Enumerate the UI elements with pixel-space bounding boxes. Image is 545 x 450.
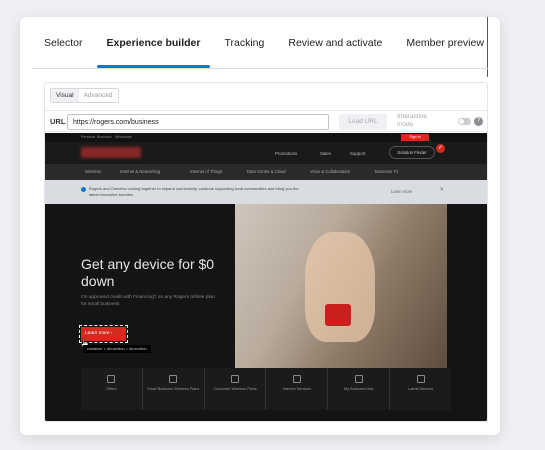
site-main-nav: Promotions Sales Support Solution Finder… [45, 142, 487, 164]
cart-icon [107, 375, 116, 383]
editor-card: Selector Experience builder Tracking Rev… [20, 17, 500, 435]
quick-link-tile[interactable]: Latest Devices [390, 368, 451, 410]
tabs-divider [32, 68, 488, 69]
site-top-link[interactable]: Business [97, 135, 112, 139]
site-sub-nav-link[interactable]: Business TV [375, 169, 398, 174]
user-icon [354, 375, 363, 383]
hero-title: Get any device for $0 down [81, 256, 215, 289]
banner-learn-more-link[interactable]: Learn more [391, 189, 412, 194]
builder-panel: Visual Advanced URL https://rogers.com/b… [44, 82, 488, 422]
mode-toggle: Visual Advanced [50, 88, 119, 103]
site-sub-nav-link[interactable]: Wireless [85, 169, 101, 174]
phone-icon [169, 375, 178, 383]
hero-photo [235, 204, 447, 379]
tab-selector[interactable]: Selector [32, 37, 95, 65]
url-row: URL https://rogers.com/business Load URL… [45, 110, 487, 132]
site-quick-links: Offers Small Business Wireless Plans Cor… [81, 368, 451, 410]
banner-text: Rogers and Oneview coming together to ex… [89, 186, 299, 197]
close-icon[interactable]: × [440, 187, 444, 193]
step-tabs: Selector Experience builder Tracking Rev… [32, 37, 500, 68]
site-hero: Get any device for $0 down On approved c… [45, 204, 487, 421]
site-logo[interactable] [81, 147, 141, 158]
interactive-mode-label: Interactive mode [397, 113, 427, 128]
device-icon [416, 375, 425, 383]
help-icon[interactable]: ? [474, 117, 483, 126]
tab-experience-builder[interactable]: Experience builder [95, 37, 213, 68]
load-url-button[interactable]: Load URL [339, 114, 387, 130]
interactive-mode-switch[interactable] [458, 118, 471, 125]
site-nav-link[interactable]: Support [350, 151, 365, 156]
site-nav-link[interactable]: Promotions [275, 151, 297, 156]
hero-subtitle: On approved credit with Financing† on an… [81, 295, 215, 307]
site-info-banner: Rogers and Oneview coming together to ex… [45, 180, 487, 204]
tile-label: Corporate Wireless Plans [213, 387, 257, 391]
site-sub-nav-link[interactable]: Internet & Networking [120, 169, 160, 174]
site-top-strip: Personal Business Wholesale Sign In [45, 133, 487, 142]
site-top-link[interactable]: Wholesale [115, 135, 132, 139]
selector-breadcrumb: container > div.section > div.section [83, 345, 151, 353]
site-sub-nav-link[interactable]: Internet of Things [190, 169, 223, 174]
info-icon [81, 187, 86, 192]
site-sub-nav-link[interactable]: Data Centre & Cloud [247, 169, 286, 174]
phone-icon [231, 375, 240, 383]
advanced-mode-button[interactable]: Advanced [79, 89, 118, 102]
tab-review-and-activate[interactable]: Review and activate [276, 37, 394, 65]
site-nav-link[interactable]: Sales [320, 151, 331, 156]
tab-member-preview[interactable]: Member preview [394, 37, 496, 65]
solution-finder-button[interactable]: Solution Finder [389, 146, 435, 159]
url-label: URL [50, 117, 66, 126]
quick-link-tile[interactable]: Internet Services [266, 368, 329, 410]
quick-link-tile[interactable]: Offers [81, 368, 143, 410]
quick-link-tile[interactable]: Small Business Wireless Plans [143, 368, 205, 410]
tile-label: Small Business Wireless Plans [147, 387, 200, 391]
check-icon: ✓ [436, 144, 445, 153]
url-input[interactable]: https://rogers.com/business [67, 114, 329, 130]
website-preview[interactable]: Personal Business Wholesale Sign In Prom… [45, 133, 487, 421]
quick-link-tile[interactable]: Corporate Wireless Plans [205, 368, 267, 410]
laptop-icon [292, 375, 301, 383]
tile-label: Internet Services [282, 387, 312, 391]
site-top-link[interactable]: Personal [81, 135, 95, 139]
site-sub-nav-link[interactable]: Voice & Collaboration [310, 169, 350, 174]
tile-label: Latest Devices [408, 387, 433, 391]
tile-label: Offers [106, 387, 117, 391]
tab-tracking[interactable]: Tracking [212, 37, 276, 65]
visual-mode-button[interactable]: Visual [51, 89, 79, 102]
tile-label: My Business Hub [343, 387, 374, 391]
site-sign-in-button[interactable]: Sign In [401, 134, 429, 141]
site-sub-nav: Wireless Internet & Networking Internet … [45, 164, 487, 180]
quick-link-tile[interactable]: My Business Hub [328, 368, 391, 410]
